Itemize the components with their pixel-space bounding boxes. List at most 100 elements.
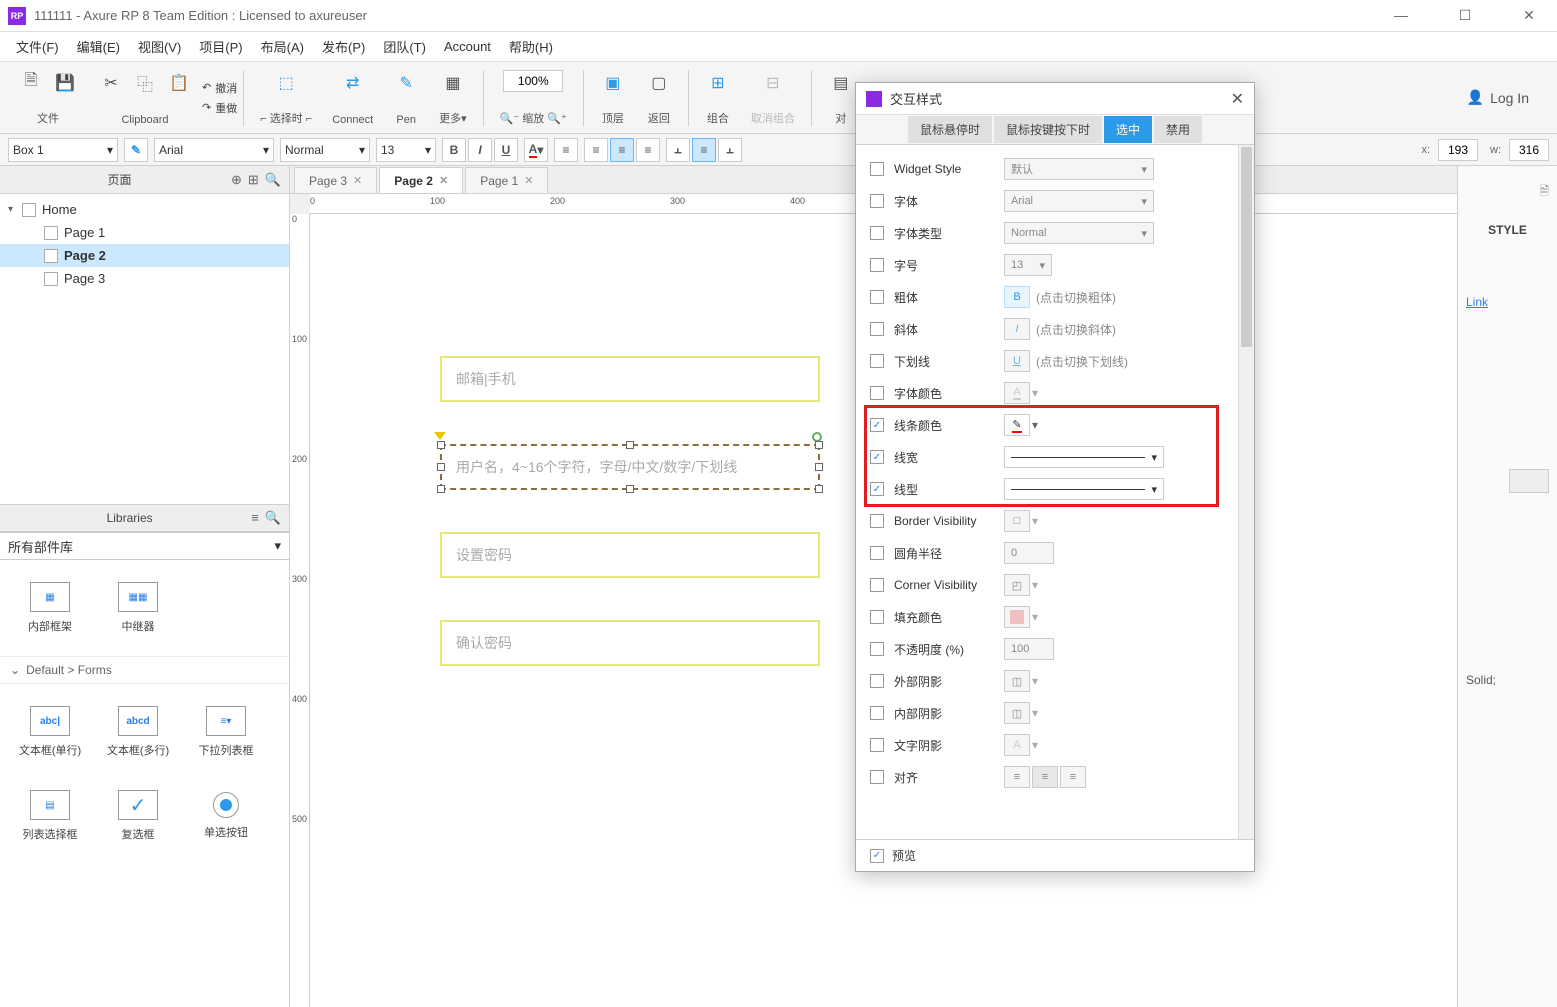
lib-iframe[interactable]: ▦内部框架 <box>8 568 92 648</box>
align-right-icon[interactable]: ≡ <box>1060 766 1086 788</box>
menu-publish[interactable]: 发布(P) <box>316 33 371 60</box>
library-select[interactable]: 所有部件库▾ <box>0 532 289 560</box>
checkbox[interactable] <box>870 482 884 496</box>
checkbox[interactable] <box>870 738 884 752</box>
resize-handle[interactable] <box>437 441 445 449</box>
close-button[interactable]: ✕ <box>1509 7 1549 24</box>
valign-top-button[interactable]: ⫠ <box>666 138 690 162</box>
tab-page1[interactable]: Page 1✕ <box>465 167 548 193</box>
tool-ungroup[interactable]: ⊟ 取消组合 <box>741 66 805 130</box>
minimize-button[interactable]: — <box>1381 7 1421 24</box>
tab-hover[interactable]: 鼠标悬停时 <box>908 116 992 143</box>
dialog-titlebar[interactable]: 交互样式 ✕ <box>856 83 1254 115</box>
tab-disabled[interactable]: 禁用 <box>1154 116 1202 143</box>
checkbox[interactable] <box>870 194 884 208</box>
tool-select[interactable]: ⬚ ⌐ 选择时 ⌐ <box>250 66 322 130</box>
tool-top[interactable]: ▣ 顶层 <box>590 66 636 130</box>
field-username[interactable]: 用户名，4~16个字符，字母/中文/数字/下划线 <box>440 444 820 490</box>
field-email[interactable]: 邮箱|手机 <box>440 356 820 402</box>
align-center-button[interactable]: ≡ <box>610 138 634 162</box>
login-button[interactable]: 👤 Log In <box>1467 89 1549 106</box>
lib-category-forms[interactable]: ⌄Default > Forms <box>0 656 289 684</box>
bold-toggle[interactable]: B <box>1004 286 1030 308</box>
edit-shape-button[interactable]: ✎ <box>124 138 148 162</box>
italic-button[interactable]: I <box>468 138 492 162</box>
checkbox[interactable] <box>870 578 884 592</box>
underline-toggle[interactable]: U <box>1004 350 1030 372</box>
resize-handle[interactable] <box>437 463 445 471</box>
close-icon[interactable]: ✕ <box>439 174 448 187</box>
lib-textfield[interactable]: abc|文本框(单行) <box>8 692 92 772</box>
dialog-scrollbar[interactable] <box>1238 145 1254 839</box>
outer-shadow-toggle[interactable]: ◫ <box>1004 670 1030 692</box>
font-size-select[interactable]: 13▾ <box>1004 254 1052 276</box>
menu-file[interactable]: 文件(F) <box>10 33 65 60</box>
close-icon[interactable]: ✕ <box>353 174 362 187</box>
tool-clipboard[interactable]: ✂⿻📋 Clipboard <box>88 66 202 130</box>
font-color-button[interactable]: A ▾ <box>524 138 548 162</box>
font-select[interactable]: Arial▾ <box>1004 190 1154 212</box>
field-confirm[interactable]: 确认密码 <box>440 620 820 666</box>
resize-handle[interactable] <box>437 485 445 493</box>
checkbox[interactable] <box>870 514 884 528</box>
checkbox[interactable] <box>870 226 884 240</box>
widget-style-select[interactable]: 默认▾ <box>1004 158 1154 180</box>
align-left-icon[interactable]: ≡ <box>1004 766 1030 788</box>
lib-dropdown[interactable]: ≡▾下拉列表框 <box>184 692 268 772</box>
menu-view[interactable]: 视图(V) <box>132 33 187 60</box>
font-type-select[interactable]: Normal▾ <box>1004 222 1154 244</box>
align-left-button[interactable]: ≡ <box>584 138 608 162</box>
link-label[interactable]: Link <box>1466 295 1549 309</box>
resize-handle[interactable] <box>626 441 634 449</box>
add-folder-icon[interactable]: ⊕ <box>231 172 242 188</box>
menu-layout[interactable]: 布局(A) <box>255 33 310 60</box>
opacity-input[interactable]: 100 <box>1004 638 1054 660</box>
radius-input[interactable]: 0 <box>1004 542 1054 564</box>
zoom-in-icon[interactable]: 🔍⁺ <box>547 113 567 125</box>
resize-handle[interactable] <box>626 485 634 493</box>
checkbox[interactable] <box>870 450 884 464</box>
checkbox[interactable] <box>870 354 884 368</box>
resize-handle[interactable] <box>815 485 823 493</box>
lib-repeater[interactable]: ▦▦中继器 <box>96 568 180 648</box>
checkbox[interactable] <box>870 258 884 272</box>
inner-shadow-toggle[interactable]: ◫ <box>1004 702 1030 724</box>
italic-toggle[interactable]: I <box>1004 318 1030 340</box>
checkbox[interactable] <box>870 610 884 624</box>
checkbox[interactable] <box>870 770 884 784</box>
checkbox[interactable] <box>870 674 884 688</box>
font-select[interactable]: Arial▾ <box>154 138 274 162</box>
x-input[interactable] <box>1438 139 1478 161</box>
checkbox[interactable] <box>870 642 884 656</box>
valign-bot-button[interactable]: ⫠ <box>718 138 742 162</box>
field-password[interactable]: 设置密码 <box>440 532 820 578</box>
tab-page3[interactable]: Page 3✕ <box>294 167 377 193</box>
tool-connect[interactable]: ⇄ Connect <box>322 66 383 130</box>
menu-edit[interactable]: 编辑(E) <box>71 33 126 60</box>
shape-select[interactable]: Box 1▾ <box>8 138 118 162</box>
checkbox[interactable] <box>870 322 884 336</box>
preview-checkbox[interactable] <box>870 849 884 863</box>
font-color-picker[interactable]: A <box>1004 382 1030 404</box>
checkbox[interactable] <box>870 290 884 304</box>
tool-more[interactable]: ▦ 更多▾ <box>429 66 477 130</box>
valign-mid-button[interactable]: ≡ <box>692 138 716 162</box>
lib-checkbox[interactable]: ✓复选框 <box>96 776 180 856</box>
tool-file[interactable]: 🗎💾 文件 <box>8 66 88 130</box>
tab-page2[interactable]: Page 2✕ <box>379 167 463 193</box>
maximize-button[interactable]: ☐ <box>1445 7 1485 24</box>
tree-page3[interactable]: Page 3 <box>0 267 289 290</box>
checkbox[interactable] <box>870 706 884 720</box>
line-style-select[interactable]: ▾ <box>1004 478 1164 500</box>
lib-listbox[interactable]: ▤列表选择框 <box>8 776 92 856</box>
lib-menu-icon[interactable]: ≡ <box>251 510 259 526</box>
menu-account[interactable]: Account <box>438 35 497 58</box>
tree-page2[interactable]: Page 2 <box>0 244 289 267</box>
checkbox[interactable] <box>870 162 884 176</box>
weight-select[interactable]: Normal▾ <box>280 138 370 162</box>
menu-team[interactable]: 团队(T) <box>377 33 432 60</box>
border-vis-toggle[interactable]: □ <box>1004 510 1030 532</box>
bullets-button[interactable]: ≡ <box>554 138 578 162</box>
w-input[interactable] <box>1509 139 1549 161</box>
style-tab[interactable]: STYLE <box>1466 203 1549 245</box>
